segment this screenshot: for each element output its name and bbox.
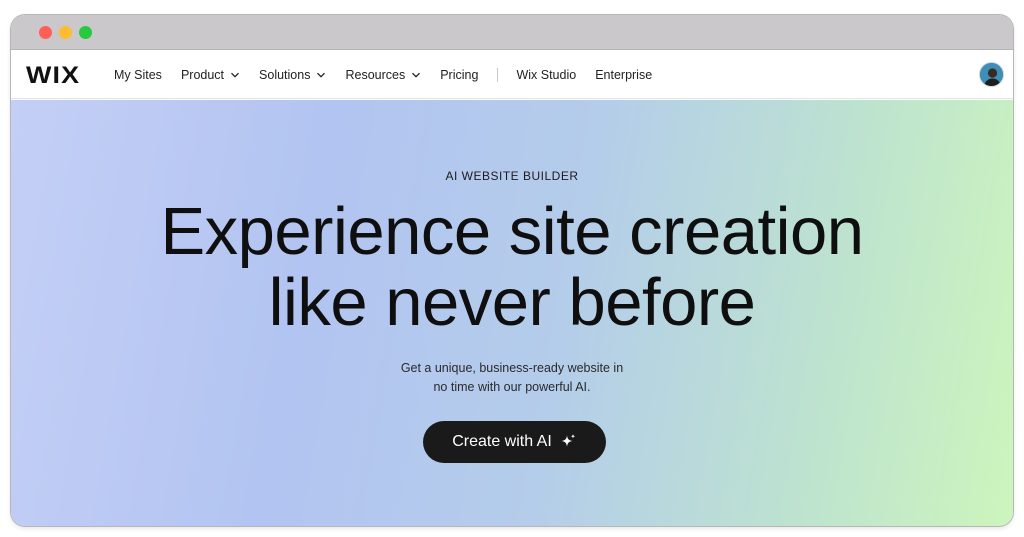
minimize-window-button[interactable] (59, 25, 72, 39)
nav-item-pricing[interactable]: Pricing (440, 68, 478, 82)
hero-subtitle-line-1: Get a unique, business-ready website in (400, 361, 624, 375)
nav-item-label: Pricing (440, 67, 479, 82)
nav-item-label: Solutions (259, 67, 311, 82)
create-with-ai-button[interactable]: Create with AI (423, 421, 606, 463)
hero-eyebrow: AI WEBSITE BUILDER (445, 169, 579, 183)
hero-subtitle: Get a unique, business-ready website in … (11, 359, 1013, 397)
nav-item-label: Product (180, 67, 225, 82)
nav-item-label: Resources (345, 67, 406, 82)
chevron-down-icon (412, 72, 421, 78)
zoom-window-button[interactable] (79, 25, 92, 39)
nav-item-label: Wix Studio (516, 67, 577, 82)
hero-subtitle-line-2: no time with our powerful AI. (433, 380, 591, 394)
site-navbar: WIX My Sites Product Solutions Resources… (11, 50, 1013, 99)
nav-item-product[interactable]: Product (181, 68, 240, 82)
hero-headline-line-1: Experience site creation (160, 194, 864, 269)
chevron-down-icon (317, 72, 326, 78)
wix-logo[interactable]: WIX (26, 62, 80, 90)
nav-item-label: My Sites (114, 67, 162, 82)
person-icon (980, 63, 1003, 86)
nav-item-label: Enterprise (595, 67, 653, 82)
close-window-button[interactable] (39, 25, 52, 39)
nav-item-my-sites[interactable]: My Sites (114, 68, 162, 82)
nav-item-resources[interactable]: Resources (345, 68, 421, 82)
cta-label: Create with AI (452, 433, 552, 450)
hero-headline: Experience site creation like never befo… (11, 196, 1013, 338)
nav-item-enterprise[interactable]: Enterprise (595, 68, 652, 82)
hero-headline-line-2: like never before (268, 265, 756, 340)
nav-item-wix-studio[interactable]: Wix Studio (516, 68, 576, 82)
browser-window: WIX My Sites Product Solutions Resources… (11, 15, 1013, 526)
sparkle-icon (561, 434, 575, 447)
nav-menu: My Sites Product Solutions Resources Pri… (114, 50, 671, 99)
nav-divider (497, 67, 499, 82)
nav-item-solutions[interactable]: Solutions (259, 68, 326, 82)
hero-section: AI WEBSITE BUILDER Experience site creat… (11, 100, 1013, 526)
chevron-down-icon (231, 72, 239, 78)
window-titlebar (11, 15, 1013, 50)
user-avatar-icon[interactable] (979, 62, 1004, 87)
